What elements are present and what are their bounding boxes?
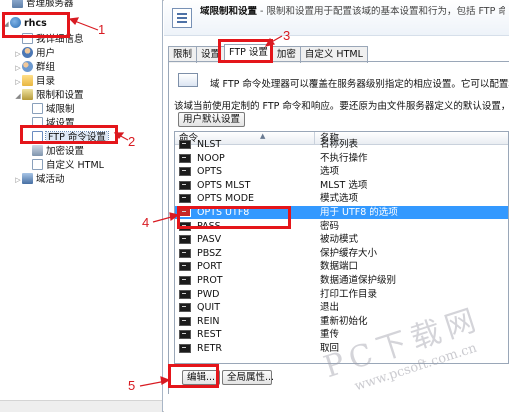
command-icon xyxy=(179,303,191,313)
command-icon xyxy=(179,167,191,177)
annotation-box-2 xyxy=(20,125,118,144)
expand-arrow-icon[interactable]: ▷ xyxy=(14,75,22,89)
tree-item-custom-html[interactable]: 自定义 HTML xyxy=(24,159,104,173)
table-row[interactable]: OPTS MLST MLST 选项 xyxy=(175,179,508,192)
user-default-button[interactable]: 用户默认设置 xyxy=(178,112,246,127)
info-text: 域 FTP 命令处理器可以覆盖在服务器级别指定的相应设置。它可以配置和 xyxy=(210,79,509,90)
command-name: PROT xyxy=(197,275,223,286)
navigation-tree: 管理服务器 ◢ rhcs 我详细信息 ▷ 用户 ▷ 群组 ▷ 目录 ◢ 限制和设置 域限制… xyxy=(0,0,163,412)
command-description: MLST 选项 xyxy=(320,179,368,191)
tree-item-domain-activity[interactable]: ▷ 域活动 xyxy=(14,173,65,187)
table-row[interactable]: PORT 数据端口 xyxy=(175,260,508,273)
group-icon xyxy=(22,61,33,72)
activity-icon xyxy=(22,173,33,184)
table-row[interactable]: PASV 被动模式 xyxy=(175,233,508,246)
command-name: PBSZ xyxy=(197,247,222,259)
command-name: QUIT xyxy=(197,302,221,314)
command-name: PORT xyxy=(197,261,222,273)
description-text: 该域当前使用定制的 FTP 命令和响应。要还原为由文件服务器定义的默认设置， xyxy=(174,101,509,112)
command-icon xyxy=(179,344,191,353)
key-icon xyxy=(32,145,43,156)
table-row[interactable]: OPTS MODE 模式选项 xyxy=(175,192,508,205)
table-row[interactable]: PBSZ 保护缓存大小 xyxy=(175,247,508,260)
command-description: 退出 xyxy=(320,302,340,314)
command-name: REST xyxy=(197,329,222,341)
table-row[interactable]: OPTS 选项 xyxy=(175,165,508,178)
tree-item-limits-settings[interactable]: ◢ 限制和设置 xyxy=(14,89,84,103)
tree-item-groups[interactable]: ▷ 群组 xyxy=(14,61,55,75)
table-row[interactable]: NLST 名称列表 xyxy=(175,138,508,151)
ftp-info-icon xyxy=(178,73,198,87)
command-name: OPTS MLST xyxy=(197,179,251,191)
command-description: 密码 xyxy=(320,220,340,232)
command-icon xyxy=(179,330,191,340)
expand-arrow-icon[interactable]: ▷ xyxy=(14,61,22,75)
annotation-label-5: 5 xyxy=(128,378,136,393)
global-properties-button[interactable]: 全局属性... xyxy=(222,370,274,385)
tree-item-users[interactable]: ▷ 用户 xyxy=(14,47,55,61)
command-icon xyxy=(179,262,191,272)
command-description: 模式选项 xyxy=(320,193,359,205)
tree-item-manage-server[interactable]: 管理服务器 xyxy=(12,0,74,11)
page-title: 域限制和设置 xyxy=(200,6,258,17)
command-icon xyxy=(179,316,191,326)
command-description: 被动模式 xyxy=(320,234,359,246)
annotation-label-3: 3 xyxy=(283,28,291,43)
command-name: NLST xyxy=(197,139,222,150)
command-description: 打印工作目录 xyxy=(320,288,378,300)
command-description: 保护缓存大小 xyxy=(320,247,378,259)
annotation-label-2: 2 xyxy=(128,134,136,149)
server-icon xyxy=(12,0,23,8)
command-description: 用于 UTF8 的选项 xyxy=(320,207,398,218)
annotation-label-4: 4 xyxy=(142,215,150,230)
settings-list-icon xyxy=(172,8,192,28)
expand-arrow-icon[interactable]: ▷ xyxy=(14,173,22,187)
tree-item-directories[interactable]: ▷ 目录 xyxy=(14,75,55,89)
command-name: REIN xyxy=(197,315,220,327)
command-icon xyxy=(179,248,191,258)
command-icon xyxy=(179,235,191,245)
command-name: PASV xyxy=(197,234,222,246)
annotation-box-1 xyxy=(2,12,70,38)
command-icon xyxy=(179,289,191,299)
command-name: OPTS MODE xyxy=(197,193,255,205)
annotation-box-4 xyxy=(177,206,291,229)
user-icon xyxy=(22,47,33,58)
command-description: 选项 xyxy=(320,166,340,178)
command-description: 重新初始化 xyxy=(320,315,368,327)
command-name: PWD xyxy=(197,288,220,300)
horizontal-scrollbar[interactable] xyxy=(0,400,162,412)
command-icon xyxy=(179,194,191,204)
command-description: 名称列表 xyxy=(320,139,359,150)
tree-item-encryption[interactable]: 加密设置 xyxy=(24,145,84,159)
command-icon xyxy=(179,276,191,285)
command-description: 不执行操作 xyxy=(320,152,368,164)
command-description: 数据通道保护级别 xyxy=(320,275,397,286)
page-description: - 限制和设置用于配置该域的基本设置和行为，包括 FTP 命 xyxy=(257,6,505,17)
command-name: NOOP xyxy=(197,152,225,164)
lock-icon xyxy=(22,89,33,100)
table-row[interactable]: PROT 数据通道保护级别 xyxy=(175,274,508,287)
collapse-arrow-icon[interactable]: ◢ xyxy=(14,89,22,103)
page-icon xyxy=(32,159,43,170)
annotation-label-1: 1 xyxy=(98,22,106,37)
command-icon xyxy=(179,180,191,190)
command-icon xyxy=(179,140,191,149)
command-name: OPTS xyxy=(197,166,223,178)
expand-arrow-icon[interactable]: ▷ xyxy=(14,47,22,61)
annotation-box-3 xyxy=(218,39,273,63)
command-icon xyxy=(179,153,191,163)
command-description: 数据端口 xyxy=(320,261,359,273)
page-icon xyxy=(32,103,43,114)
table-row[interactable]: NOOP 不执行操作 xyxy=(175,152,508,165)
page-header: 域限制和设置 - 限制和设置用于配置该域的基本设置和行为，包括 FTP 命 xyxy=(164,0,509,36)
folder-icon xyxy=(22,75,33,86)
annotation-box-5 xyxy=(168,364,219,388)
tree-item-domain-limits[interactable]: 域限制 xyxy=(24,103,75,117)
command-name: RETR xyxy=(197,343,223,354)
